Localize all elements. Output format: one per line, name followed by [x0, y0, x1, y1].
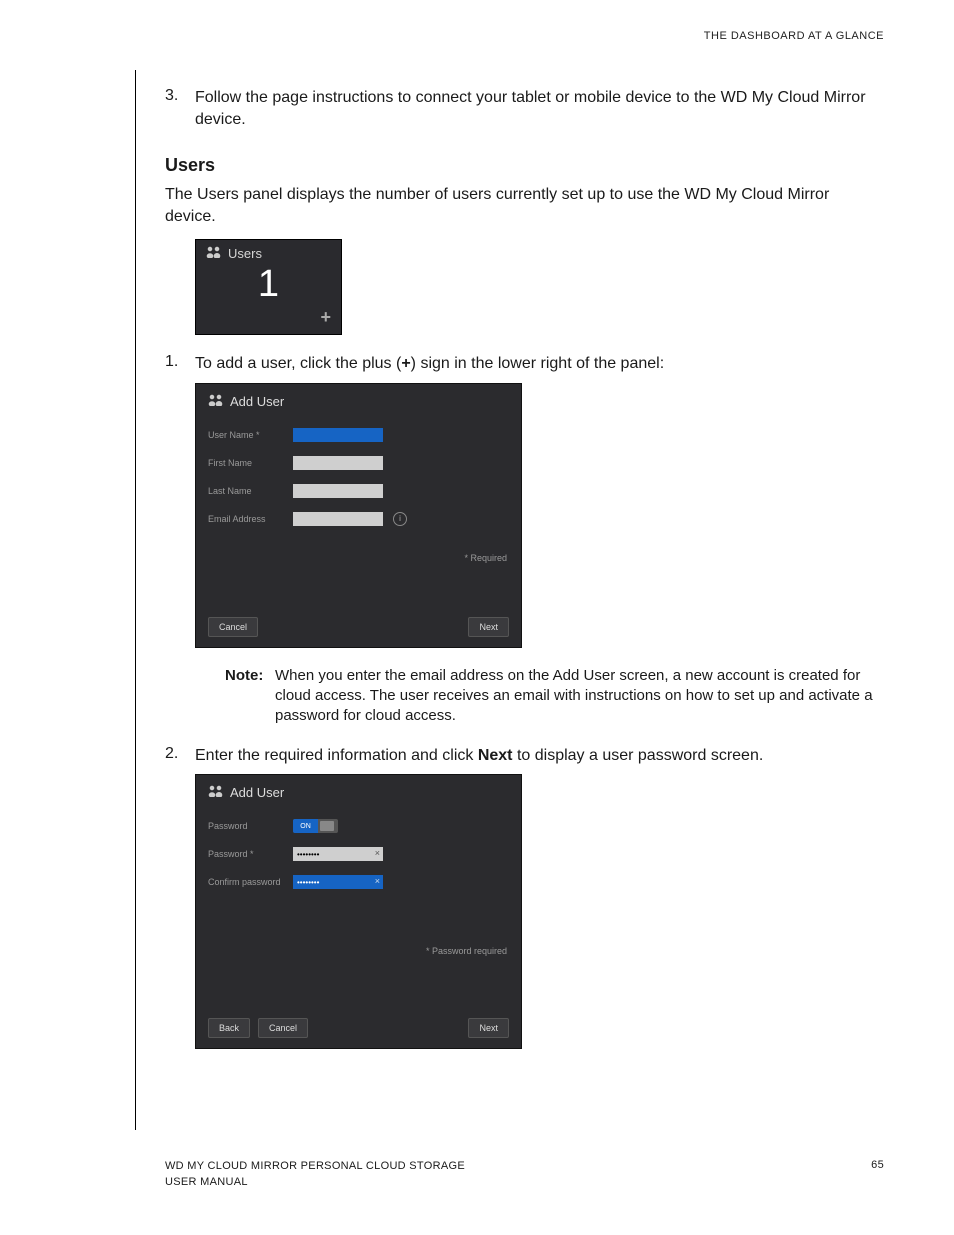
- add-user-plus[interactable]: +: [320, 307, 331, 328]
- back-button[interactable]: Back: [208, 1018, 250, 1038]
- users-intro: The Users panel displays the number of u…: [165, 184, 884, 227]
- next-button[interactable]: Next: [468, 1018, 509, 1038]
- password-dots: ••••••••: [297, 850, 319, 859]
- password-toggle[interactable]: ON: [293, 819, 338, 833]
- step-2: 2. Enter the required information and cl…: [165, 745, 884, 767]
- next-button[interactable]: Next: [468, 617, 509, 637]
- add-user-dialog-1: Add User User Name * First Name Last Nam…: [195, 383, 522, 648]
- cancel-button[interactable]: Cancel: [258, 1018, 308, 1038]
- step-1-num: 1.: [165, 353, 195, 375]
- users-count: 1: [196, 265, 341, 303]
- page-footer: WD MY CLOUD MIRROR PERSONAL CLOUD STORAG…: [165, 1159, 884, 1190]
- email-label: Email Address: [208, 514, 293, 524]
- note-label: Note:: [225, 666, 275, 727]
- confirm-password-label: Confirm password: [208, 877, 293, 887]
- step-2-num: 2.: [165, 745, 195, 767]
- step-2-pre: Enter the required information and click: [195, 747, 478, 764]
- password-label: Password *: [208, 849, 293, 859]
- users-icon: [206, 246, 222, 261]
- step-1-text: To add a user, click the plus (+) sign i…: [195, 353, 884, 375]
- step-3-text: Follow the page instructions to connect …: [195, 87, 884, 130]
- step-1: 1. To add a user, click the plus (+) sig…: [165, 353, 884, 375]
- note-block: Note: When you enter the email address o…: [225, 666, 884, 727]
- toggle-on-label: ON: [293, 819, 318, 833]
- lastname-input[interactable]: [293, 484, 383, 498]
- firstname-input[interactable]: [293, 456, 383, 470]
- note-text: When you enter the email address on the …: [275, 666, 884, 727]
- dialog1-title: Add User: [230, 394, 284, 409]
- step-2-post: to display a user password screen.: [513, 747, 764, 764]
- password-toggle-label: Password: [208, 821, 293, 831]
- password-input[interactable]: •••••••• ×: [293, 847, 383, 861]
- email-input[interactable]: [293, 512, 383, 526]
- users-heading: Users: [165, 155, 884, 176]
- page-header-right: THE DASHBOARD AT A GLANCE: [135, 30, 884, 42]
- users-icon: [208, 785, 224, 800]
- username-input[interactable]: [293, 428, 383, 442]
- step-1-post: ) sign in the lower right of the panel:: [411, 355, 664, 372]
- password-required-note: * Password required: [196, 896, 521, 962]
- users-icon: [208, 394, 224, 409]
- users-panel-card: Users 1 +: [195, 239, 342, 335]
- step-2-bold: Next: [478, 747, 513, 764]
- firstname-label: First Name: [208, 458, 293, 468]
- info-icon[interactable]: i: [393, 512, 407, 526]
- footer-line2: USER MANUAL: [165, 1175, 465, 1190]
- add-user-dialog-2: Add User Password ON Password * ••••••••…: [195, 774, 522, 1049]
- users-panel-title: Users: [228, 246, 262, 261]
- footer-line1: WD MY CLOUD MIRROR PERSONAL CLOUD STORAG…: [165, 1159, 465, 1174]
- toggle-knob: [320, 821, 334, 831]
- cancel-button[interactable]: Cancel: [208, 617, 258, 637]
- confirm-password-input[interactable]: •••••••• ×: [293, 875, 383, 889]
- page-number: 65: [871, 1159, 884, 1190]
- step-3-num: 3.: [165, 87, 195, 130]
- required-note: * Required: [196, 533, 521, 569]
- confirm-password-dots: ••••••••: [297, 878, 319, 887]
- clear-icon[interactable]: ×: [375, 848, 380, 858]
- step-2-text: Enter the required information and click…: [195, 745, 884, 767]
- username-label: User Name *: [208, 430, 293, 440]
- step-1-pre: To add a user, click the plus (: [195, 355, 401, 372]
- lastname-label: Last Name: [208, 486, 293, 496]
- clear-icon[interactable]: ×: [375, 876, 380, 886]
- step-3: 3. Follow the page instructions to conne…: [165, 87, 884, 130]
- dialog2-title: Add User: [230, 785, 284, 800]
- step-1-bold: +: [401, 355, 410, 372]
